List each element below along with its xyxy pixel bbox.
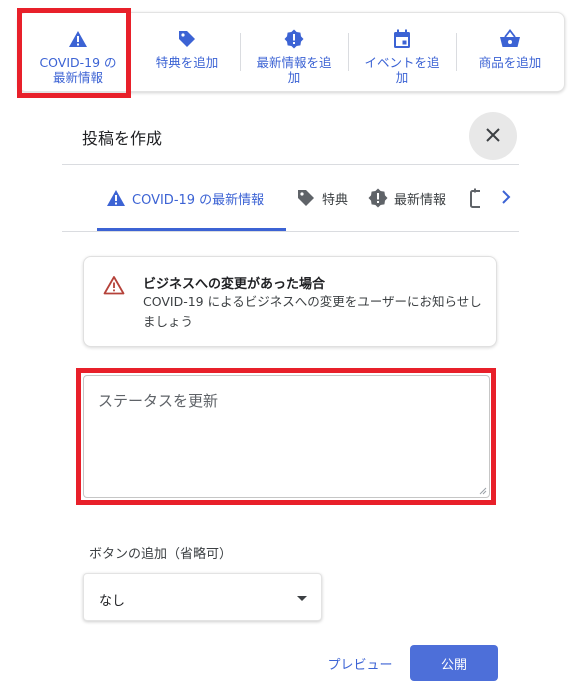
- toolbar-item-add-update[interactable]: 最新情報を追 加: [241, 13, 347, 93]
- publish-button[interactable]: 公開: [410, 645, 498, 681]
- warning-triangle-icon: [105, 187, 127, 209]
- preview-button[interactable]: プレビュー: [316, 645, 404, 681]
- status-placeholder: ステータスを更新: [98, 392, 219, 410]
- select-value: なし: [99, 594, 126, 609]
- divider: [62, 164, 519, 165]
- calendar-icon: [468, 187, 480, 209]
- warning-outline-icon: [103, 275, 125, 299]
- toolbar-item-label: 特典を追加: [155, 55, 219, 70]
- tabs-next-button[interactable]: [495, 186, 517, 210]
- tag-icon: [176, 28, 198, 50]
- info-card-body: COVID-19 によるビジネスへの変更をユーザーにお知らせしましょう: [143, 294, 482, 329]
- toolbar-item-add-offer[interactable]: 特典を追加: [135, 13, 239, 93]
- toolbar-item-covid-update[interactable]: COVID-19 の 最新情報: [25, 13, 131, 93]
- close-icon: [486, 127, 500, 146]
- shopping-basket-icon: [499, 28, 521, 50]
- warning-triangle-icon: [67, 28, 89, 50]
- close-button[interactable]: [469, 112, 517, 160]
- info-card: ビジネスへの変更があった場合 COVID-19 によるビジネスへの変更をユーザー…: [83, 256, 497, 347]
- toolbar-item-add-event[interactable]: イベントを追 加: [349, 13, 455, 93]
- calendar-icon: [391, 28, 413, 50]
- button-section-label: ボタンの追加（省略可）: [89, 547, 233, 562]
- status-textarea[interactable]: ステータスを更新: [83, 375, 490, 498]
- post-type-toolbar: COVID-19 の 最新情報 特典を追加 最新情報を追 加 イベントを追 加 …: [18, 12, 565, 92]
- tab-label: 最新情報: [394, 192, 447, 208]
- tag-icon: [295, 187, 317, 209]
- tab-label: 特典: [322, 192, 349, 208]
- toolbar-item-add-product[interactable]: 商品を追加: [457, 13, 563, 93]
- toolbar-item-label: 最新情報を追 加: [256, 55, 332, 85]
- alert-badge-icon: [283, 28, 305, 50]
- alert-badge-icon: [367, 187, 389, 209]
- tab-label: COVID-19 の最新情報: [132, 192, 265, 208]
- tab-update[interactable]: 最新情報: [367, 180, 446, 216]
- tab-event[interactable]: [468, 180, 480, 216]
- divider: [62, 231, 519, 232]
- tab-covid-update[interactable]: COVID-19 の最新情報: [105, 180, 264, 216]
- button-type-select[interactable]: なし: [83, 573, 322, 621]
- info-card-title: ビジネスへの変更があった場合: [143, 277, 326, 292]
- resize-handle-icon[interactable]: [479, 487, 487, 495]
- tab-offer[interactable]: 特典: [295, 180, 348, 216]
- toolbar-item-label: 商品を追加: [478, 55, 542, 70]
- toolbar-item-label: COVID-19 の 最新情報: [39, 55, 117, 85]
- post-type-tabs: COVID-19 の最新情報 特典 最新情報: [97, 180, 480, 216]
- toolbar-item-label: イベントを追 加: [364, 55, 440, 85]
- dialog-title: 投稿を作成: [82, 129, 163, 148]
- chevron-right-icon: [501, 189, 511, 208]
- dropdown-arrow-icon: [297, 596, 307, 601]
